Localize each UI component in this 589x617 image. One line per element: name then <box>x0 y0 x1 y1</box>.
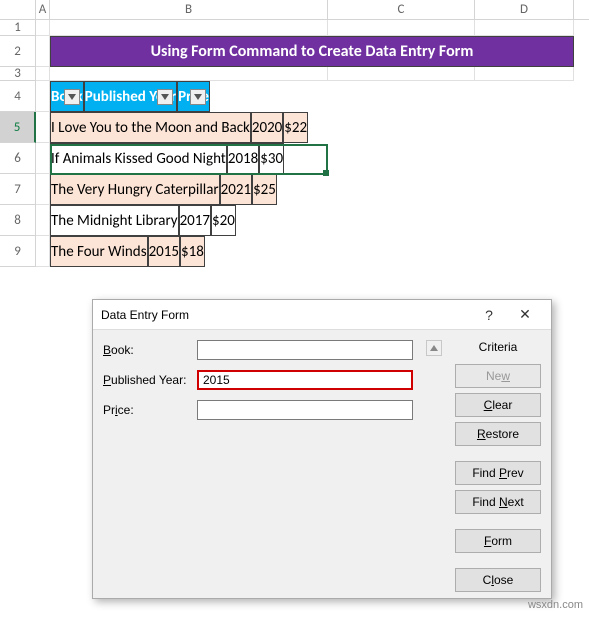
row-header-5[interactable]: 5 <box>0 112 36 143</box>
clear-button[interactable]: Clear <box>455 393 541 417</box>
grid-rows: 1 2 Using Form Command to Create Data En… <box>0 20 589 267</box>
filter-book-button[interactable] <box>64 89 80 105</box>
th-price: Price <box>177 81 210 112</box>
cell-price-0[interactable]: $22 <box>283 112 308 143</box>
col-header-d[interactable]: D <box>475 0 574 19</box>
row-header-8[interactable]: 8 <box>0 205 36 236</box>
find-next-button[interactable]: Find Next <box>455 490 541 514</box>
close-button[interactable]: Close <box>455 568 541 592</box>
cell-year-3[interactable]: 2017 <box>179 205 211 236</box>
row-header-9[interactable]: 9 <box>0 236 36 267</box>
dialog-fields: Book: Published Year: Price: <box>103 340 413 597</box>
label-book: Book: <box>103 343 191 357</box>
find-prev-button[interactable]: Find Prev <box>455 461 541 485</box>
row-header-7[interactable]: 7 <box>0 174 36 205</box>
scroll-up-button[interactable] <box>426 340 442 356</box>
cell-book-3[interactable]: The Midnight Library <box>50 205 179 236</box>
label-year: Published Year: <box>103 373 191 387</box>
watermark: wsxdn.com <box>528 599 583 611</box>
form-button[interactable]: Form <box>455 529 541 553</box>
row-header-3[interactable]: 3 <box>0 67 36 81</box>
cell-year-0[interactable]: 2020 <box>251 112 283 143</box>
dialog-scrollbar <box>425 340 443 597</box>
input-price[interactable] <box>197 400 413 420</box>
row-header-4[interactable]: 4 <box>0 81 36 112</box>
col-header-b[interactable]: B <box>50 0 328 19</box>
cell-year-2[interactable]: 2021 <box>220 174 252 205</box>
cell-price-3[interactable]: $20 <box>211 205 236 236</box>
cell-year-4[interactable]: 2015 <box>148 236 180 267</box>
col-header-a[interactable]: A <box>36 0 50 19</box>
scroll-track[interactable] <box>426 356 442 597</box>
restore-button[interactable]: Restore <box>455 422 541 446</box>
row-header-2[interactable]: 2 <box>0 36 36 67</box>
new-button: New <box>455 364 541 388</box>
cell-price-4[interactable]: $18 <box>180 236 205 267</box>
cell-book-0[interactable]: I Love You to the Moon and Back <box>50 112 251 143</box>
criteria-label: Criteria <box>455 340 541 356</box>
th-year: Published Year <box>84 81 177 112</box>
select-all-corner[interactable] <box>0 0 36 19</box>
col-header-c[interactable]: C <box>328 0 475 19</box>
row-header-1[interactable]: 1 <box>0 20 36 36</box>
data-entry-form-dialog: Data Entry Form ? ✕ Book: Published Year… <box>92 299 552 599</box>
cell-price-2[interactable]: $25 <box>252 174 277 205</box>
filter-price-button[interactable] <box>190 89 206 105</box>
cell-price-1[interactable]: $30 <box>259 143 284 174</box>
filter-year-button[interactable] <box>157 89 173 105</box>
dialog-buttons: Criteria New Clear Restore Find Prev Fin… <box>455 340 541 597</box>
input-book[interactable] <box>197 340 413 360</box>
label-price: Price: <box>103 403 191 417</box>
cell-book-1[interactable]: If Animals Kissed Good Night <box>50 143 227 174</box>
cell-year-1[interactable]: 2018 <box>227 143 259 174</box>
cell-book-4[interactable]: The Four Winds <box>50 236 148 267</box>
row-header-6[interactable]: 6 <box>0 143 36 174</box>
input-published-year[interactable] <box>197 370 413 390</box>
dialog-titlebar[interactable]: Data Entry Form ? ✕ <box>93 300 551 330</box>
dialog-help-button[interactable]: ? <box>471 301 507 329</box>
dialog-title-text: Data Entry Form <box>101 308 471 322</box>
page-title: Using Form Command to Create Data Entry … <box>50 36 574 67</box>
column-headers: A B C D <box>0 0 589 20</box>
cell-book-2[interactable]: The Very Hungry Caterpillar <box>50 174 220 205</box>
th-book: Book <box>50 81 84 112</box>
dialog-close-button[interactable]: ✕ <box>507 301 543 329</box>
